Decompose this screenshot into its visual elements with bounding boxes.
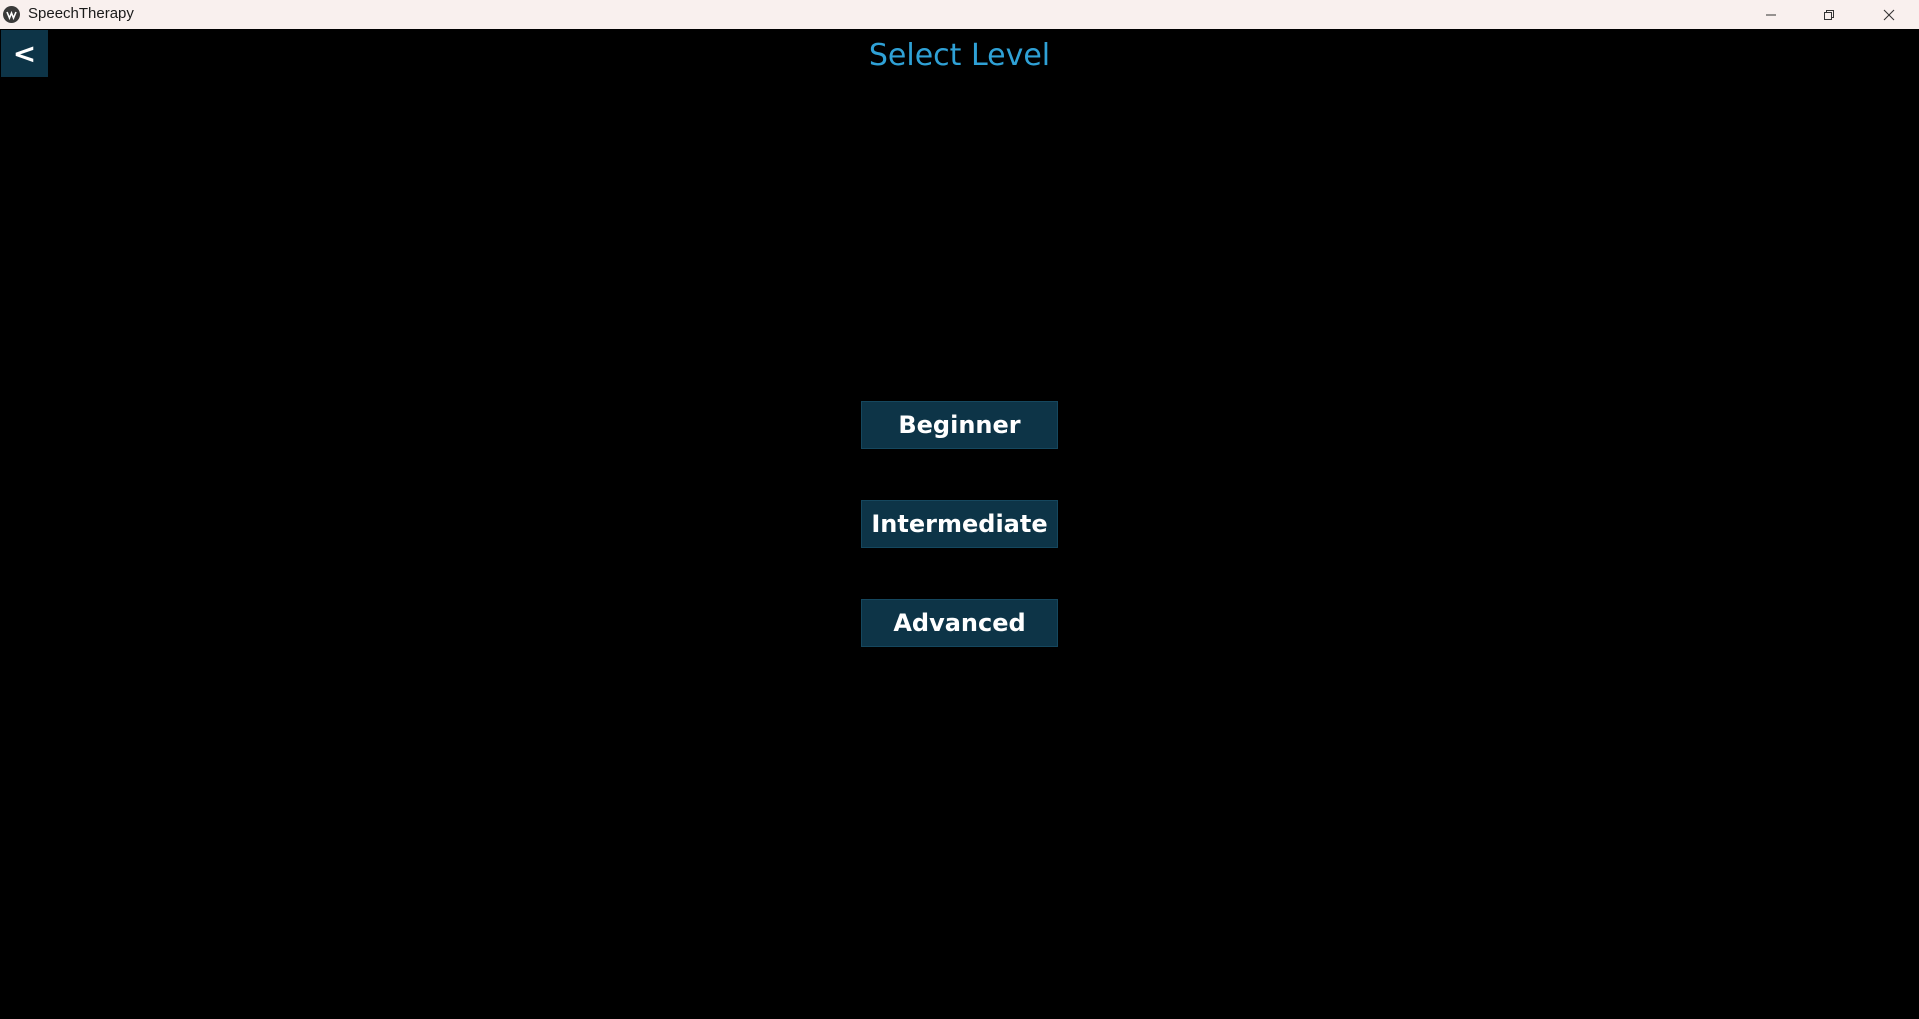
restore-icon — [1823, 9, 1835, 21]
minimize-button[interactable] — [1742, 0, 1800, 29]
page-title: Select Level — [868, 38, 1051, 73]
window-title: SpeechTherapy — [28, 5, 134, 22]
app-window: SpeechTherapy < Select Level Beginner In… — [0, 0, 1919, 1019]
minimize-icon — [1765, 9, 1777, 21]
title-bar[interactable]: SpeechTherapy — [0, 0, 1919, 29]
maximize-button[interactable] — [1800, 0, 1858, 29]
close-button[interactable] — [1858, 0, 1919, 29]
advanced-button[interactable]: Advanced — [861, 599, 1058, 647]
intermediate-button[interactable]: Intermediate — [861, 500, 1058, 548]
beginner-button[interactable]: Beginner — [861, 401, 1058, 449]
app-logo-icon — [3, 6, 20, 23]
close-icon — [1883, 9, 1895, 21]
